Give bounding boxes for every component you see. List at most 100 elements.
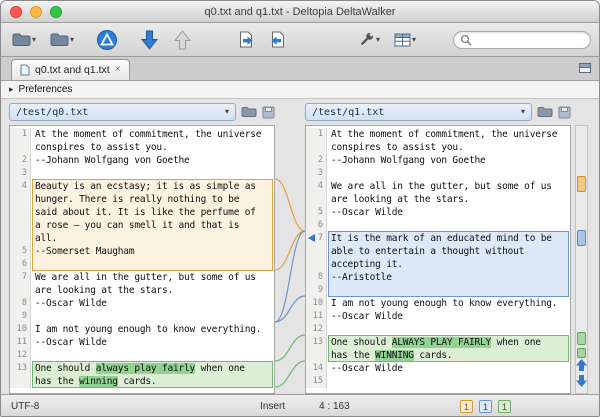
right-browse-button[interactable]	[537, 106, 553, 118]
open-left-folder-button[interactable]: ▾	[9, 30, 39, 49]
line-text[interactable]: conspires to assist you.	[31, 141, 274, 154]
layout-grid-icon	[394, 33, 411, 47]
line-text[interactable]: At the moment of commitment, the univers…	[327, 128, 570, 141]
line-number: 8	[306, 271, 327, 284]
line-text[interactable]: --Oscar Wilde	[31, 297, 274, 310]
line-text[interactable]: We are all in the gutter, but some of us	[327, 180, 570, 193]
preferences-section[interactable]: ▸ Preferences	[1, 81, 599, 99]
line-text[interactable]	[327, 219, 570, 232]
tools-button[interactable]: ▾	[355, 29, 383, 50]
line-text[interactable]: --Aristotle	[327, 271, 570, 284]
left-save-button[interactable]	[262, 106, 275, 119]
editor-row: a rose — you can smell it and that is	[10, 219, 274, 232]
line-number: 2	[10, 154, 31, 167]
right-file-header: /test/q1.txt ▾	[305, 103, 571, 121]
line-text[interactable]: able to entertain a thought without	[327, 245, 570, 258]
line-text[interactable]: We are all in the gutter, but some of us	[31, 271, 274, 284]
line-text[interactable]	[31, 349, 274, 362]
left-editor-pane[interactable]: 1At the moment of commitment, the univer…	[9, 125, 275, 394]
line-text[interactable]: At the moment of commitment, the univers…	[31, 128, 274, 141]
ruler-mark-deleted	[577, 176, 586, 192]
line-text[interactable]: are looking at the stars.	[31, 284, 274, 297]
line-text[interactable]	[327, 323, 570, 336]
line-text[interactable]: hunger. There is really nothing to be	[31, 193, 274, 206]
tab-label: q0.txt and q1.txt	[35, 64, 110, 76]
line-text[interactable]: --Oscar Wilde	[31, 336, 274, 349]
line-text[interactable]: One should ALWAYS PLAY FAIRLY when one	[327, 336, 570, 349]
right-path-field[interactable]: /test/q1.txt ▾	[305, 103, 532, 121]
line-number: 10	[10, 323, 31, 336]
editor-row: 2--Johann Wolfgang von Goethe	[306, 154, 570, 167]
line-text[interactable]: --Somerset Maugham	[31, 245, 274, 258]
editor-row: are looking at the stars.	[306, 193, 570, 206]
editor-row: 6	[306, 219, 570, 232]
line-text[interactable]: has the winning cards.	[31, 375, 274, 388]
line-text[interactable]: --Oscar Wilde	[327, 310, 570, 323]
go-previous-difference-icon[interactable]	[576, 359, 587, 371]
line-text[interactable]: One should always play fairly when one	[31, 362, 274, 375]
tab-q0-and-q1[interactable]: q0.txt and q1.txt ×	[11, 59, 130, 80]
document-icon	[20, 64, 30, 76]
line-text[interactable]: accepting it.	[327, 258, 570, 271]
word-diff-highlight: always play fairly	[96, 363, 195, 374]
copy-to-left-button[interactable]	[266, 29, 289, 50]
copy-to-right-button[interactable]	[235, 29, 258, 50]
line-number: 11	[306, 310, 327, 323]
line-text[interactable]: are looking at the stars.	[327, 193, 570, 206]
left-path-field[interactable]: /test/q0.txt ▾	[9, 103, 236, 121]
left-browse-button[interactable]	[241, 106, 257, 118]
line-text[interactable]: It is the mark of an educated mind to be	[327, 232, 570, 245]
previous-difference-button[interactable]	[170, 28, 195, 52]
chevron-down-icon: ▾	[32, 36, 36, 44]
document-arrow-right-icon	[238, 31, 255, 48]
line-text[interactable]: --Oscar Wilde	[327, 362, 570, 375]
wrench-icon	[358, 31, 375, 48]
line-text[interactable]: I am not young enough to know everything…	[31, 323, 274, 336]
open-right-folder-button[interactable]: ▾	[47, 30, 77, 49]
collapse-panel-icon[interactable]	[579, 63, 591, 73]
word-diff-highlight: winning	[79, 376, 118, 387]
search-field[interactable]	[453, 31, 591, 49]
line-text[interactable]: said about it. It is like the perfume of	[31, 206, 274, 219]
line-text[interactable]	[327, 375, 570, 388]
line-text[interactable]	[31, 258, 274, 271]
document-arrow-left-icon	[269, 31, 286, 48]
line-number: 1	[10, 128, 31, 141]
overview-ruler[interactable]	[575, 125, 588, 394]
line-number: 5	[306, 206, 327, 219]
line-text[interactable]: all.	[31, 232, 274, 245]
line-number: 15	[306, 375, 327, 388]
editor-row: 4We are all in the gutter, but some of u…	[306, 180, 570, 193]
chevron-down-icon[interactable]: ▾	[225, 108, 229, 116]
line-text[interactable]	[327, 284, 570, 297]
chevron-down-icon[interactable]: ▾	[521, 108, 525, 116]
search-input[interactable]	[472, 34, 584, 45]
editor-row: 8--Aristotle	[306, 271, 570, 284]
line-text[interactable]	[31, 310, 274, 323]
line-text[interactable]: has the WINNING cards.	[327, 349, 570, 362]
line-text[interactable]	[327, 167, 570, 180]
line-number: 12	[306, 323, 327, 336]
go-next-difference-icon[interactable]	[576, 375, 587, 387]
line-text[interactable]: I am not young enough to know everything…	[327, 297, 570, 310]
line-number: 13	[10, 362, 31, 375]
line-text[interactable]: --Oscar Wilde	[327, 206, 570, 219]
line-text[interactable]	[31, 167, 274, 180]
line-text[interactable]: --Johann Wolfgang von Goethe	[327, 154, 570, 167]
layout-button[interactable]: ▾	[391, 31, 419, 49]
next-difference-button[interactable]	[137, 28, 162, 52]
line-text[interactable]: a rose — you can smell it and that is	[31, 219, 274, 232]
line-text[interactable]: Beauty is an ecstasy; it is as simple as	[31, 180, 274, 193]
disclosure-triangle-icon[interactable]: ▸	[9, 85, 14, 95]
right-save-button[interactable]	[558, 106, 571, 119]
apply-change-left-icon[interactable]	[308, 234, 315, 242]
compare-button[interactable]	[93, 27, 121, 53]
line-text[interactable]: conspires to assist you.	[327, 141, 570, 154]
line-text[interactable]: --Johann Wolfgang von Goethe	[31, 154, 274, 167]
tab-close-icon[interactable]: ×	[115, 65, 121, 75]
line-number: 11	[10, 336, 31, 349]
line-number: 8	[10, 297, 31, 310]
right-editor-pane[interactable]: 1At the moment of commitment, the univer…	[305, 125, 571, 394]
editor-row: 14--Oscar Wilde	[306, 362, 570, 375]
caret-position-label: 4 : 163	[319, 401, 350, 412]
